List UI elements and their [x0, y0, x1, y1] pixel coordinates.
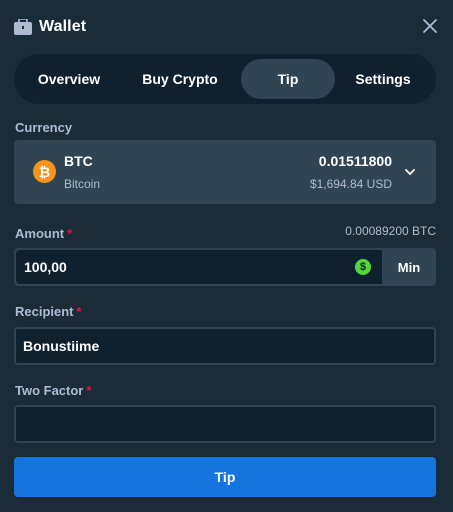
recipient-label: Recipient *: [15, 304, 82, 319]
required-marker: *: [86, 383, 92, 398]
amount-label: Amount *: [15, 226, 72, 241]
amount-label-text: Amount: [15, 226, 65, 241]
tab-tip[interactable]: Tip: [241, 59, 335, 99]
currency-code: BTC: [64, 153, 93, 169]
amount-crypto-value: 0.00089200 BTC: [345, 224, 436, 238]
chevron-down-icon: [405, 169, 415, 175]
currency-usd-value: $1,694.84 USD: [309, 177, 392, 191]
tab-buy-crypto[interactable]: Buy Crypto: [119, 59, 241, 99]
currency-select[interactable]: ₿ BTC Bitcoin 0.01511800 $1,694.84 USD: [14, 140, 436, 204]
wallet-modal: Wallet Overview Buy Crypto Tip Settings …: [0, 0, 453, 512]
bitcoin-icon: ₿: [33, 160, 56, 183]
currency-balance: 0.01511800: [318, 153, 392, 169]
usd-currency-icon: $: [355, 259, 371, 275]
modal-header: Wallet: [14, 12, 439, 42]
tip-submit-button[interactable]: Tip: [14, 457, 436, 497]
required-marker: *: [67, 226, 73, 241]
wallet-icon: [14, 19, 32, 35]
amount-field-group: $ Min: [14, 248, 436, 286]
recipient-label-text: Recipient: [15, 304, 74, 319]
required-marker: *: [76, 304, 82, 319]
tab-overview[interactable]: Overview: [19, 59, 119, 99]
recipient-input[interactable]: [14, 327, 436, 365]
two-factor-label: Two Factor *: [15, 383, 91, 398]
currency-label: Currency: [15, 120, 73, 135]
two-factor-label-text: Two Factor: [15, 383, 84, 398]
currency-name: Bitcoin: [64, 177, 101, 191]
amount-input[interactable]: [16, 250, 382, 284]
close-icon[interactable]: [421, 17, 439, 35]
modal-title: Wallet: [39, 18, 87, 35]
min-button[interactable]: Min: [382, 248, 436, 286]
tab-settings[interactable]: Settings: [335, 59, 431, 99]
two-factor-input[interactable]: [14, 405, 436, 443]
wallet-tabs: Overview Buy Crypto Tip Settings: [14, 54, 436, 104]
